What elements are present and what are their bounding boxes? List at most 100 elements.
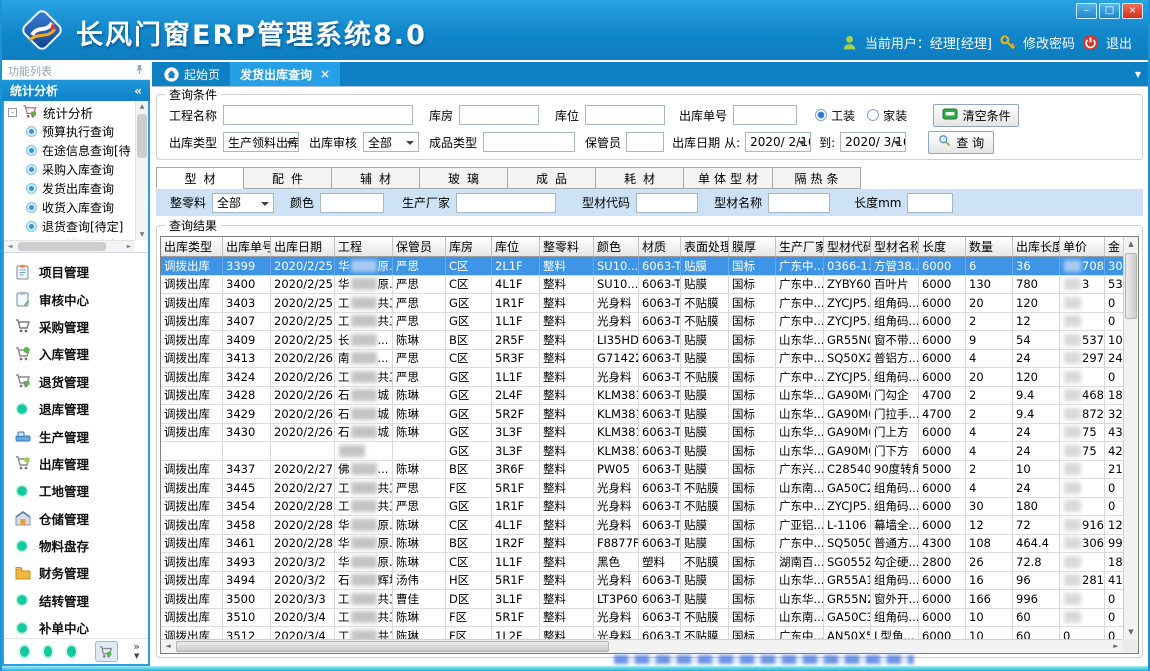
grid-vertical-scrollbar[interactable]: ▲ ▼ [1123, 237, 1138, 639]
location-input[interactable] [585, 105, 665, 125]
change-password-link[interactable]: 修改密码 [1023, 33, 1075, 52]
tree-item-在途信息查询[待[interactable]: 在途信息查询[待 [4, 141, 135, 160]
column-header-生产厂家[interactable]: 生产厂家 [776, 237, 824, 256]
table-row[interactable]: 调拨出库34242020/2/26工共工程严思G区1L1F整料光身料6063-T… [161, 368, 1123, 387]
sidebar-module-项目管理[interactable]: 项目管理 [4, 258, 148, 285]
table-row[interactable]: 调拨出库34612020/2/28华原...陈琳B区1R2F整料F8877FT6… [161, 535, 1123, 554]
column-header-型材代码[interactable]: 型材代码 [824, 237, 871, 256]
search-button[interactable]: 查 询 [928, 131, 994, 154]
tree-item-收货入库查询[interactable]: 收货入库查询 [4, 198, 135, 217]
tree-item-发货出库查询[interactable]: 发货出库查询 [4, 179, 135, 198]
table-row[interactable]: 调拨出库34582020/2/28华原...陈琳C区4L1F整料光身料6063-… [161, 516, 1123, 535]
profile-name-input[interactable] [768, 193, 830, 213]
table-row[interactable]: 调拨出库34942020/3/2石辉城汤伟H区5R1F整料光身料6063-T5贴… [161, 572, 1123, 591]
table-row[interactable]: 调拨出库34002020/2/25华原...严思C区4L1F整料SU10...6… [161, 276, 1123, 295]
column-header-数量[interactable]: 数量 [966, 237, 1013, 256]
outbound-type-combo[interactable]: 生产领料出库 [223, 132, 299, 152]
color-input[interactable] [320, 193, 384, 213]
column-header-出库单号[interactable]: 出库单号 [223, 237, 271, 256]
column-header-库位[interactable]: 库位 [492, 237, 540, 256]
tab-start-page[interactable]: 起始页 [154, 62, 230, 86]
table-row[interactable]: 调拨出库34542020/2/28工共工程严思G区1R1F整料光身料6063-T… [161, 498, 1123, 517]
table-row[interactable]: 调拨出库34282020/2/26石城陈琳G区2L4F整料KLM38176063… [161, 387, 1123, 406]
sidebar-module-财务管理[interactable]: 财务管理 [4, 559, 148, 586]
scroll-left-icon[interactable]: ◄ [161, 640, 175, 653]
home-radio[interactable] [867, 109, 879, 121]
tab-shipping-outbound-query[interactable]: 发货出库查询× [230, 62, 340, 86]
cart-module-button[interactable] [95, 641, 119, 662]
table-row[interactable]: 调拨出库35002020/3/3工共工程曹佳D区3L1F整料LT3P606063… [161, 590, 1123, 609]
column-header-出库类型[interactable]: 出库类型 [161, 237, 223, 256]
table-row[interactable]: 调拨出库35122020/3/4工共工程陈琳F区1L2F整料光身料6063-T5… [161, 627, 1123, 639]
industrial-radio[interactable] [815, 109, 827, 121]
tree-horizontal-scrollbar[interactable]: ◄ ► [4, 240, 135, 252]
sidebar-module-物料盘存[interactable]: 物料盘存 [4, 532, 148, 559]
minimize-button[interactable]: – [1076, 3, 1097, 19]
sidebar-module-生产管理[interactable]: 生产管理 [4, 422, 148, 449]
tree-hscroll-thumb[interactable] [18, 242, 106, 251]
sidebar-module-采购管理[interactable]: 采购管理 [4, 313, 148, 340]
sidebar-module-出库管理[interactable]: 出库管理 [4, 450, 148, 477]
scroll-right-icon[interactable]: ► [123, 241, 135, 252]
table-row[interactable]: 调拨出库34072020/2/25工共工程严思G区1L1F整料光身料6063-T… [161, 313, 1123, 332]
table-row[interactable]: 调拨出库34302020/2/26石城陈琳G区3L3F整料KLM38176063… [161, 424, 1123, 443]
grid-hscroll-thumb[interactable] [176, 641, 609, 652]
column-header-单价[interactable]: 单价 [1060, 237, 1105, 256]
material-tab-单体型材[interactable]: 单体型材 [684, 167, 773, 189]
product-type-input[interactable] [483, 132, 575, 152]
project-name-input[interactable] [223, 105, 413, 125]
tree-item-退货查询[待定][interactable]: 退货查询[待定] [4, 217, 135, 236]
column-header-保管员[interactable]: 保管员 [393, 237, 446, 256]
material-tab-辅材[interactable]: 辅材 [332, 167, 420, 189]
material-tab-配件[interactable]: 配件 [244, 167, 332, 189]
whole-part-combo[interactable]: 全部 [212, 193, 274, 213]
sidebar-module-入库管理[interactable]: 入库管理 [4, 340, 148, 367]
table-row[interactable]: 调拨出库34092020/2/25长...陈琳B区2R5F整料LI35HD606… [161, 331, 1123, 350]
tree-vscroll-thumb[interactable] [137, 114, 147, 158]
scroll-right-icon[interactable]: ► [1109, 640, 1123, 653]
column-header-型材名称[interactable]: 型材名称 [871, 237, 919, 256]
sidebar-module-审核中心[interactable]: 审核中心 [4, 285, 148, 312]
scroll-down-icon[interactable]: ▼ [1124, 625, 1138, 639]
outbound-order-input[interactable] [733, 105, 797, 125]
length-input[interactable] [907, 193, 953, 213]
column-header-颜色[interactable]: 颜色 [594, 237, 639, 256]
sidebar-module-结转管理[interactable]: 结转管理 [4, 587, 148, 614]
grid-vscroll-thumb[interactable] [1125, 253, 1137, 319]
scroll-left-icon[interactable]: ◄ [4, 241, 16, 252]
scroll-down-icon[interactable]: ▼ [136, 229, 148, 240]
table-row[interactable]: 调拨出库34032020/2/25工共工程严思G区1R1F整料光身料6063-T… [161, 294, 1123, 313]
table-row[interactable]: 调拨出库34132020/2/26南...严思C区5R3F整料G71422606… [161, 350, 1123, 369]
keeper-input[interactable] [626, 132, 664, 152]
column-header-工程[interactable]: 工程 [335, 237, 393, 256]
collapse-icon[interactable]: « [134, 84, 142, 98]
close-button[interactable]: × [1122, 3, 1143, 19]
material-tab-隔热条[interactable]: 隔热条 [773, 167, 861, 189]
date-from-combo[interactable]: 2020/ 2/16 [745, 132, 811, 152]
tree-item-预算执行查询[interactable]: 预算执行查询 [4, 122, 135, 141]
warehouse-input[interactable] [459, 105, 539, 125]
material-tab-成品[interactable]: 成品 [508, 167, 596, 189]
material-tab-玻璃[interactable]: 玻璃 [420, 167, 508, 189]
material-tab-型材[interactable]: 型材 [156, 167, 244, 189]
column-header-库房[interactable]: 库房 [446, 237, 492, 256]
table-row[interactable]: 调拨出库33992020/2/25华原...严思C区2L1F整料SU10...6… [161, 257, 1123, 276]
module-dot-icon[interactable] [67, 646, 76, 657]
maximize-button[interactable]: □ [1099, 3, 1120, 19]
sidebar-module-补单中心[interactable]: 补单中心 [4, 614, 148, 638]
manufacturer-input[interactable] [456, 193, 556, 213]
column-header-金[interactable]: 金 [1105, 237, 1123, 256]
column-header-长度[interactable]: 长度 [919, 237, 966, 256]
outbound-audit-combo[interactable]: 全部 [363, 132, 419, 152]
table-row[interactable]: 调拨出库34372020/2/27佛...陈琳B区3R6F整料PW056063-… [161, 461, 1123, 480]
module-dot-icon[interactable] [44, 646, 53, 657]
sidebar-module-退库管理[interactable]: 退库管理 [4, 395, 148, 422]
more-modules-button[interactable]: » ▼ [133, 643, 140, 660]
clear-conditions-button[interactable]: 清空条件 [933, 104, 1019, 127]
tab-overflow-dropdown-icon[interactable]: ▼ [1135, 70, 1141, 79]
material-tab-耗材[interactable]: 耗材 [596, 167, 684, 189]
tree-vertical-scrollbar[interactable]: ▲ ▼ [135, 101, 148, 240]
tree-expander-icon[interactable]: - [8, 108, 17, 117]
column-header-整零料[interactable]: 整零料 [540, 237, 594, 256]
sidebar-module-仓储管理[interactable]: 仓储管理 [4, 505, 148, 532]
